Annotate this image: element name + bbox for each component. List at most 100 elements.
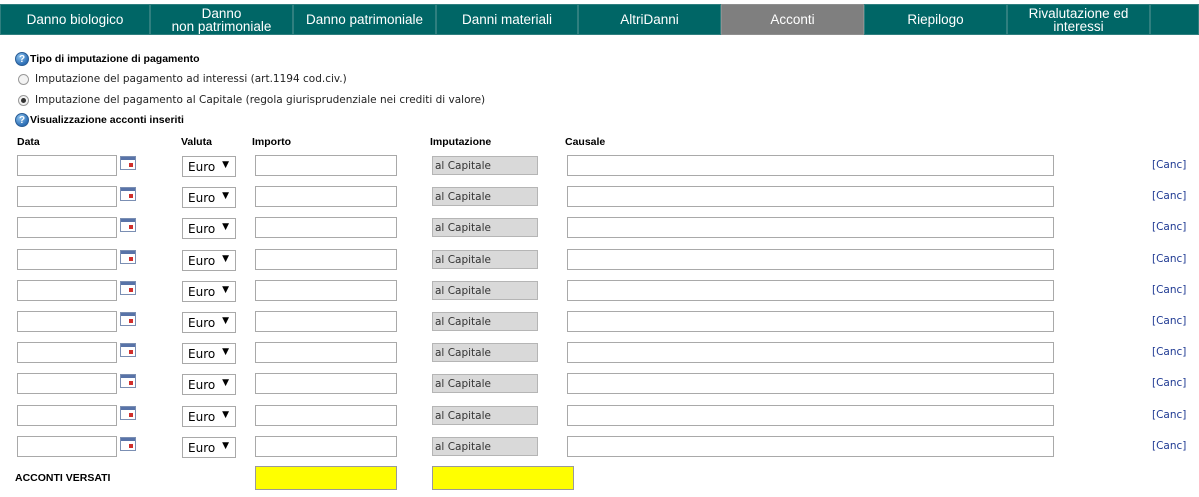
calendar-icon[interactable] [120,156,136,170]
importo-input[interactable] [255,155,397,176]
tab-acconti[interactable]: Acconti [721,4,864,35]
valuta-select[interactable]: Euro ▼ [182,281,236,302]
importo-input[interactable] [255,405,397,426]
cancel-row-link[interactable]: [Canc] [1152,377,1186,389]
valuta-value: Euro [188,190,216,205]
causale-input[interactable] [567,155,1054,176]
imputazione-field: al Capitale [432,250,538,269]
tab-danno-biologico[interactable]: Danno biologico [0,4,150,35]
causale-input[interactable] [567,217,1054,238]
cancel-row-link[interactable]: [Canc] [1152,409,1186,421]
importo-input[interactable] [255,311,397,332]
valuta-value: Euro [188,253,216,268]
date-input[interactable] [17,436,117,457]
causale-input[interactable] [567,186,1054,207]
tab-danno-patrimoniale[interactable]: Danno patrimoniale [293,4,436,35]
imputazione-total-field [432,466,574,490]
cancel-row-link[interactable]: [Canc] [1152,284,1186,296]
causale-input[interactable] [567,342,1054,363]
causale-input[interactable] [567,280,1054,301]
table-row: Euro ▼ al Capitale [Canc] [0,280,1199,304]
calendar-icon[interactable] [120,437,136,451]
imputazione-field: al Capitale [432,156,538,175]
cancel-row-link[interactable]: [Canc] [1152,346,1186,358]
causale-input[interactable] [567,436,1054,457]
calendar-icon[interactable] [120,374,136,388]
date-input[interactable] [17,186,117,207]
causale-input[interactable] [567,373,1054,394]
importo-input[interactable] [255,436,397,457]
table-row: Euro ▼ al Capitale [Canc] [0,405,1199,429]
valuta-select[interactable]: Euro ▼ [182,374,236,395]
valuta-select[interactable]: Euro ▼ [182,312,236,333]
valuta-value: Euro [188,377,216,392]
causale-input[interactable] [567,249,1054,270]
tab-riepilogo[interactable]: Riepilogo [864,4,1007,35]
valuta-select[interactable]: Euro ▼ [182,218,236,239]
imputazione-field: al Capitale [432,374,538,393]
help-icon[interactable]: ? [15,52,29,66]
dropdown-arrow-icon: ▼ [222,441,229,451]
valuta-value: Euro [188,284,216,299]
dropdown-arrow-icon: ▼ [222,222,229,232]
causale-input[interactable] [567,405,1054,426]
date-input[interactable] [17,373,117,394]
tab-altri-danni[interactable]: AltriDanni [578,4,721,35]
importo-input[interactable] [255,186,397,207]
calendar-icon[interactable] [120,250,136,264]
table-row: Euro ▼ al Capitale [Canc] [0,217,1199,241]
calendar-icon[interactable] [120,312,136,326]
importo-input[interactable] [255,249,397,270]
date-input[interactable] [17,280,117,301]
valuta-value: Euro [188,159,216,174]
dropdown-arrow-icon: ▼ [222,285,229,295]
tab-danno-non-patrimoniale[interactable]: Danno non patrimoniale [150,4,293,35]
date-input[interactable] [17,155,117,176]
valuta-select[interactable]: Euro ▼ [182,156,236,177]
importo-input[interactable] [255,342,397,363]
date-input[interactable] [17,249,117,270]
acconti-versati-label: ACCONTI VERSATI [15,472,111,484]
date-input[interactable] [17,342,117,363]
radio-label: Imputazione del pagamento ad interessi (… [35,73,347,85]
column-header-causale: Causale [565,136,606,148]
cancel-row-link[interactable]: [Canc] [1152,440,1186,452]
date-input[interactable] [17,405,117,426]
cancel-row-link[interactable]: [Canc] [1152,253,1186,265]
valuta-select[interactable]: Euro ▼ [182,437,236,458]
table-row: Euro ▼ al Capitale [Canc] [0,249,1199,273]
tab-rivalutazione-interessi[interactable]: Rivalutazione ed interessi [1007,4,1150,35]
tab-danni-materiali[interactable]: Danni materiali [436,4,578,35]
importo-input[interactable] [255,217,397,238]
dropdown-arrow-icon: ▼ [222,316,229,326]
calendar-icon[interactable] [120,343,136,357]
date-input[interactable] [17,217,117,238]
imputazione-field: al Capitale [432,406,538,425]
valuta-select[interactable]: Euro ▼ [182,250,236,271]
dropdown-arrow-icon: ▼ [222,254,229,264]
calendar-icon[interactable] [120,218,136,232]
cancel-row-link[interactable]: [Canc] [1152,315,1186,327]
calendar-icon[interactable] [120,281,136,295]
cancel-row-link[interactable]: [Canc] [1152,221,1186,233]
valuta-select[interactable]: Euro ▼ [182,343,236,364]
cancel-row-link[interactable]: [Canc] [1152,159,1186,171]
calendar-icon[interactable] [120,187,136,201]
valuta-select[interactable]: Euro ▼ [182,187,236,208]
cancel-row-link[interactable]: [Canc] [1152,190,1186,202]
dropdown-arrow-icon: ▼ [222,160,229,170]
date-input[interactable] [17,311,117,332]
valuta-select[interactable]: Euro ▼ [182,406,236,427]
calendar-icon[interactable] [120,406,136,420]
imputazione-field: al Capitale [432,312,538,331]
radio-option-interessi[interactable]: Imputazione del pagamento ad interessi (… [18,73,347,85]
importo-input[interactable] [255,280,397,301]
causale-input[interactable] [567,311,1054,332]
radio-option-capitale[interactable]: Imputazione del pagamento al Capitale (r… [18,94,485,106]
table-row: Euro ▼ al Capitale [Canc] [0,342,1199,366]
help-icon[interactable]: ? [15,113,29,127]
radio-button-checked[interactable] [18,94,29,106]
radio-button[interactable] [18,73,29,85]
dropdown-arrow-icon: ▼ [222,378,229,388]
importo-input[interactable] [255,373,397,394]
